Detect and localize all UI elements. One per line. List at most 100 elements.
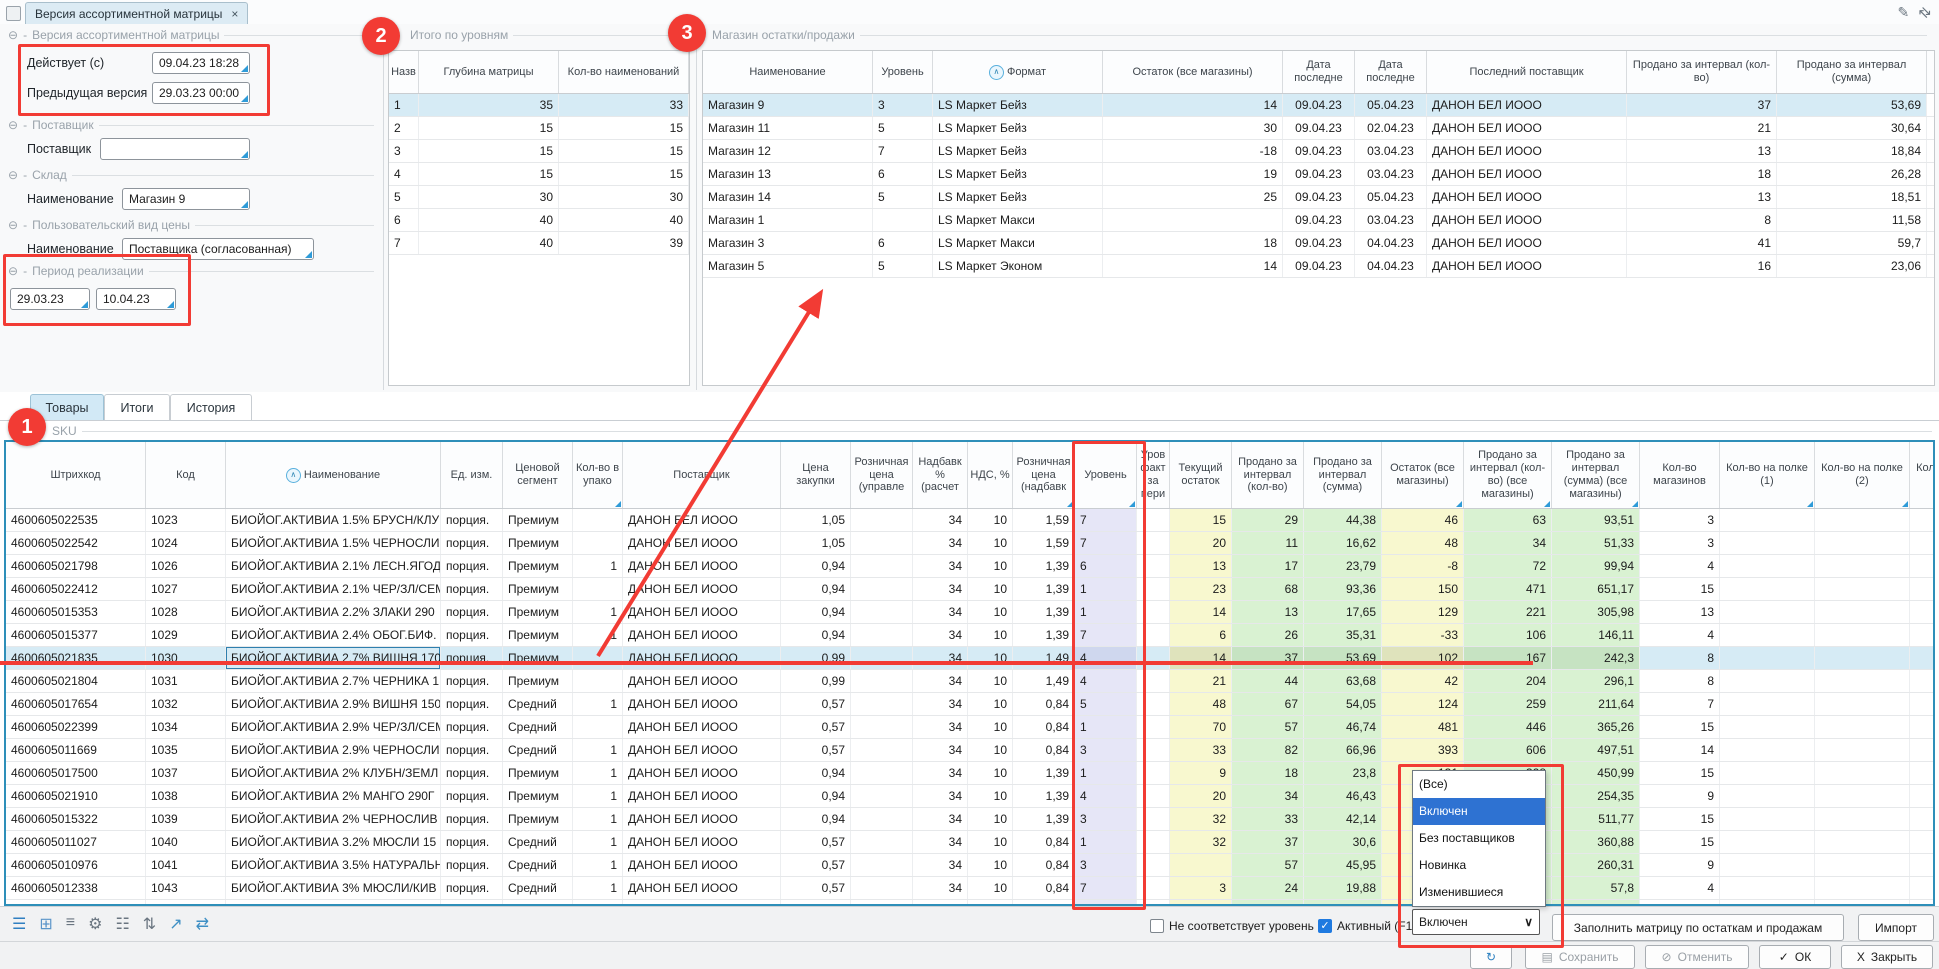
- cell[interactable]: 17,65: [1304, 601, 1382, 623]
- cell[interactable]: порция.: [441, 877, 503, 899]
- cell[interactable]: 0,84: [1013, 739, 1075, 761]
- cell[interactable]: 3: [1075, 808, 1137, 830]
- checkbox-icon[interactable]: [1150, 919, 1164, 933]
- cell[interactable]: 0,94: [781, 624, 851, 646]
- cell[interactable]: БИОЙОГ.АКТИВИА 2.4% ОБОГ.БИФ.: [226, 624, 441, 646]
- cell[interactable]: ДАНОН БЕЛ ИООО: [623, 532, 781, 554]
- tab-istoriya[interactable]: История: [170, 394, 252, 421]
- column-header[interactable]: Цена закупки: [781, 442, 851, 508]
- cell[interactable]: 1039: [146, 808, 226, 830]
- cell[interactable]: 7: [1075, 509, 1137, 531]
- cell[interactable]: 70: [1170, 716, 1232, 738]
- sku-row[interactable]: 46006050225351023БИОЙОГ.АКТИВИА 1.5% БРУ…: [6, 509, 1933, 532]
- cell[interactable]: 34: [913, 670, 968, 692]
- cell[interactable]: [1137, 509, 1170, 531]
- cell[interactable]: [1720, 647, 1815, 669]
- cell[interactable]: -18: [1103, 140, 1283, 162]
- cell[interactable]: ДАНОН БЕЛ ИООО: [623, 808, 781, 830]
- cell[interactable]: 20: [1170, 785, 1232, 807]
- cell[interactable]: [1910, 532, 1935, 554]
- cell[interactable]: [1137, 555, 1170, 577]
- cell[interactable]: 34: [913, 532, 968, 554]
- cell[interactable]: 497,51: [1552, 739, 1640, 761]
- cell[interactable]: 4600605010976: [6, 854, 146, 876]
- cell[interactable]: порция.: [441, 716, 503, 738]
- cell[interactable]: 204: [1464, 670, 1552, 692]
- filter-icon[interactable]: ≡: [66, 914, 75, 934]
- cell[interactable]: 10: [968, 716, 1013, 738]
- cell[interactable]: ДАНОН БЕЛ ИООО: [1427, 94, 1627, 116]
- cell[interactable]: 4600605017654: [6, 693, 146, 715]
- column-header[interactable]: ∧Формат: [933, 51, 1103, 93]
- cell[interactable]: 32: [1170, 808, 1232, 830]
- cell[interactable]: [851, 716, 913, 738]
- cell[interactable]: Премиум: [503, 601, 573, 623]
- cell[interactable]: [1815, 831, 1910, 853]
- cell[interactable]: 5: [873, 255, 933, 277]
- cell[interactable]: Средний: [503, 854, 573, 876]
- cell[interactable]: 46: [1382, 509, 1464, 531]
- cell[interactable]: 10: [968, 854, 1013, 876]
- cell[interactable]: 1031: [146, 670, 226, 692]
- cell[interactable]: [1815, 555, 1910, 577]
- cell[interactable]: ДАНОН БЕЛ ИООО: [1427, 232, 1627, 254]
- cell[interactable]: 09.04.23: [1283, 140, 1355, 162]
- cell[interactable]: [1137, 831, 1170, 853]
- store-row[interactable]: Магазин 36LS Маркет Макси1809.04.2304.04…: [703, 232, 1934, 255]
- cell[interactable]: 66,96: [1304, 739, 1382, 761]
- cell[interactable]: 30,64: [1777, 117, 1927, 139]
- cell[interactable]: 23,06: [1777, 255, 1927, 277]
- grid-icon[interactable]: ⊞: [39, 914, 52, 934]
- cell[interactable]: LS Маркет Бейз: [933, 163, 1103, 185]
- cell[interactable]: порция.: [441, 601, 503, 623]
- cell[interactable]: 34: [913, 578, 968, 600]
- cell[interactable]: 1,05: [781, 509, 851, 531]
- cell[interactable]: 15: [419, 117, 559, 139]
- cell[interactable]: 305,98: [1552, 601, 1640, 623]
- collapse-icon[interactable]: ⊖: [8, 218, 18, 232]
- cell[interactable]: 4600605015353: [6, 601, 146, 623]
- cell[interactable]: 10: [968, 785, 1013, 807]
- refresh-button[interactable]: ↻: [1470, 945, 1512, 969]
- cell[interactable]: 102: [1382, 647, 1464, 669]
- cell[interactable]: [1910, 739, 1935, 761]
- cell[interactable]: 03.04.23: [1355, 163, 1427, 185]
- store-row[interactable]: Магазин 93LS Маркет Бейз1409.04.2305.04.…: [703, 94, 1934, 117]
- cell[interactable]: ДАНОН БЕЛ ИООО: [1427, 255, 1627, 277]
- sku-row[interactable]: 46006050153221039БИОЙОГ.АКТИВИА 2% ЧЕРНО…: [6, 808, 1933, 831]
- cell[interactable]: 4600605015377: [6, 624, 146, 646]
- cell[interactable]: [1815, 762, 1910, 784]
- cell[interactable]: 4600605021804: [6, 670, 146, 692]
- cell[interactable]: [1720, 670, 1815, 692]
- column-header[interactable]: Дата последне: [1283, 51, 1355, 93]
- cell[interactable]: порция.: [441, 624, 503, 646]
- cell[interactable]: 40: [559, 209, 689, 231]
- cell[interactable]: 1027: [146, 578, 226, 600]
- cell[interactable]: 1035: [146, 739, 226, 761]
- cell[interactable]: 0,84: [1013, 831, 1075, 853]
- cell[interactable]: 5: [873, 117, 933, 139]
- cell[interactable]: [1720, 509, 1815, 531]
- cell[interactable]: 46,74: [1304, 716, 1382, 738]
- column-header[interactable]: Розничная цена (надбавк: [1013, 442, 1075, 508]
- cell[interactable]: 242,3: [1552, 647, 1640, 669]
- cell[interactable]: [1137, 532, 1170, 554]
- cell[interactable]: 7: [1075, 532, 1137, 554]
- cell[interactable]: 296,1: [1552, 670, 1640, 692]
- cancel-button[interactable]: ⊘Отменить: [1645, 945, 1749, 969]
- cell[interactable]: 259: [1464, 693, 1552, 715]
- cell[interactable]: 221: [1464, 601, 1552, 623]
- cell[interactable]: 606: [1464, 739, 1552, 761]
- cell[interactable]: 7: [389, 232, 419, 254]
- dropdown-item[interactable]: Новинка: [1413, 852, 1545, 879]
- cell[interactable]: 45,95: [1304, 854, 1382, 876]
- column-header[interactable]: Кол-во наименований: [559, 51, 689, 93]
- sync-icon[interactable]: ⇄: [196, 914, 209, 934]
- cell[interactable]: [1815, 693, 1910, 715]
- cell[interactable]: 1,39: [1013, 601, 1075, 623]
- cell[interactable]: 09.04.23: [1283, 117, 1355, 139]
- cell[interactable]: [1815, 877, 1910, 899]
- cell[interactable]: [573, 509, 623, 531]
- cell[interactable]: [1720, 877, 1815, 899]
- cell[interactable]: [1910, 785, 1935, 807]
